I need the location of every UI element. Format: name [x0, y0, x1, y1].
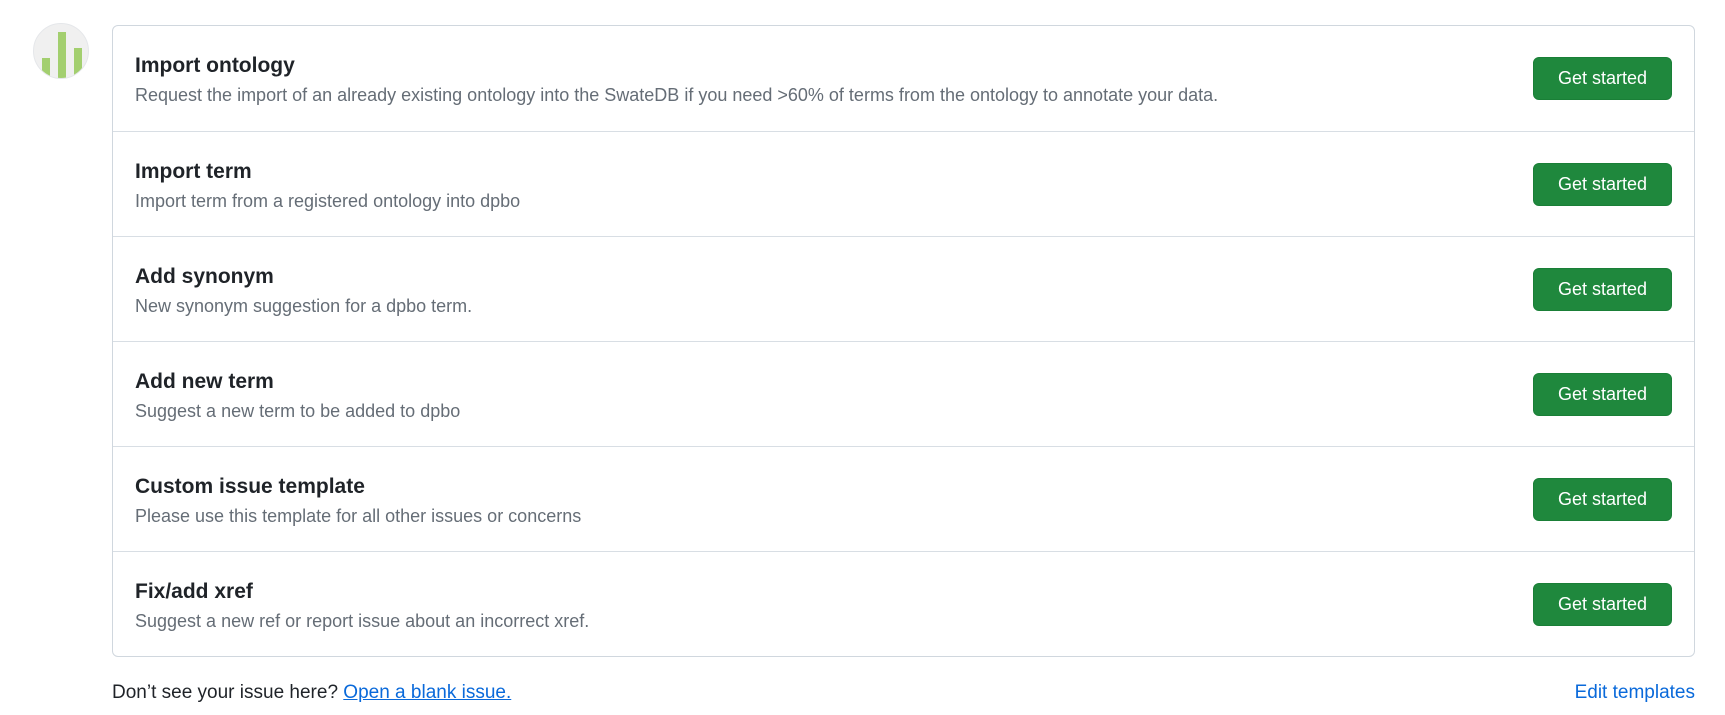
edit-templates-link[interactable]: Edit templates — [1575, 682, 1695, 704]
footer-prompt: Don’t see your issue here? — [112, 682, 339, 703]
get-started-button[interactable]: Get started — [1533, 583, 1672, 626]
template-row-custom-issue: Custom issue template Please use this te… — [113, 446, 1694, 551]
template-row-add-new-term: Add new term Suggest a new term to be ad… — [113, 341, 1694, 446]
get-started-button[interactable]: Get started — [1533, 57, 1672, 100]
template-row-import-ontology: Import ontology Request the import of an… — [113, 26, 1694, 131]
get-started-button[interactable]: Get started — [1533, 268, 1672, 311]
template-row-add-synonym: Add synonym New synonym suggestion for a… — [113, 236, 1694, 341]
get-started-button[interactable]: Get started — [1533, 163, 1672, 206]
avatar-bar — [42, 58, 50, 78]
template-description: Import term from a registered ontology i… — [135, 191, 521, 211]
template-description: Please use this template for all other i… — [135, 506, 582, 526]
template-title: Import term — [135, 160, 252, 183]
template-title: Fix/add xref — [135, 580, 253, 603]
template-description: Request the import of an already existin… — [135, 85, 1219, 105]
template-title: Add new term — [135, 370, 274, 393]
template-row-import-term: Import term Import term from a registere… — [113, 131, 1694, 236]
template-footer: Don’t see your issue here? Open a blank … — [112, 682, 1695, 704]
template-title: Custom issue template — [135, 475, 365, 498]
template-description: New synonym suggestion for a dpbo term. — [135, 296, 473, 316]
template-description: Suggest a new ref or report issue about … — [135, 611, 590, 631]
avatar — [33, 23, 89, 79]
get-started-button[interactable]: Get started — [1533, 478, 1672, 521]
get-started-button[interactable]: Get started — [1533, 373, 1672, 416]
avatar-bar — [74, 48, 82, 78]
open-blank-issue-link[interactable]: Open a blank issue. — [343, 682, 511, 703]
template-description: Suggest a new term to be added to dpbo — [135, 401, 461, 421]
avatar-bar — [58, 32, 66, 78]
template-title: Add synonym — [135, 265, 274, 288]
template-title: Import ontology — [135, 54, 295, 77]
issue-template-list: Import ontology Request the import of an… — [112, 25, 1695, 657]
template-row-fix-add-xref: Fix/add xref Suggest a new ref or report… — [113, 551, 1694, 656]
